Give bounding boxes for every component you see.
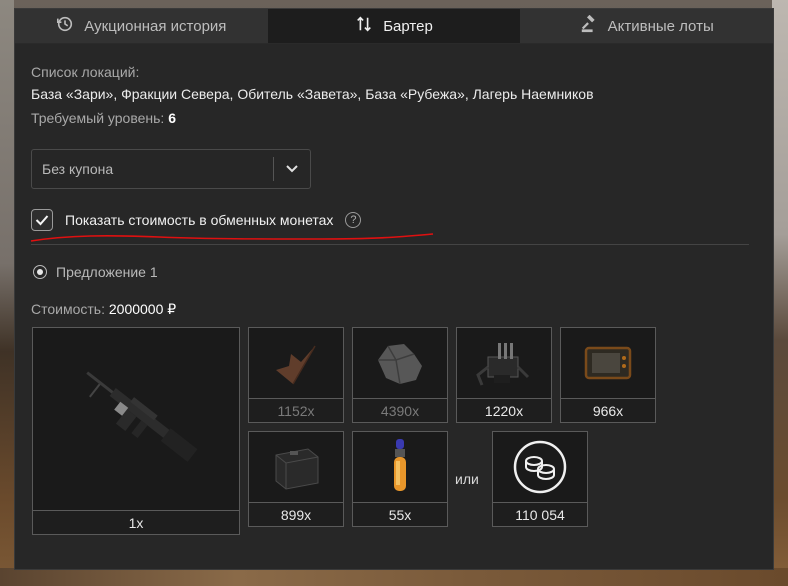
locations-value: База «Зари», Фракции Севера, Обитель «За…: [31, 86, 594, 102]
item-slot[interactable]: 899x: [248, 431, 344, 527]
coins-qty: 110 054: [493, 502, 587, 526]
coupon-select[interactable]: Без купона: [31, 149, 311, 189]
help-icon[interactable]: ?: [345, 212, 362, 228]
offer-option[interactable]: Предложение 1: [33, 264, 158, 280]
rock-material-icon: [353, 328, 447, 398]
offer-label: Предложение 1: [56, 264, 158, 280]
chevron-down-icon[interactable]: [274, 150, 310, 188]
radio-selected-dot: [37, 269, 43, 275]
exchange-coins-label[interactable]: Показать стоимость в обменных монетах: [65, 212, 333, 228]
coupon-select-value: Без купона: [42, 161, 114, 177]
item-qty: 1220x: [457, 398, 551, 422]
item-slot[interactable]: 1152x: [248, 327, 344, 423]
item-slot[interactable]: 966x: [560, 327, 656, 423]
tab-barter[interactable]: Бартер: [267, 9, 521, 44]
battery-icon: [249, 432, 343, 502]
exchange-coins-option: Показать стоимость в обменных монетах ?: [31, 209, 757, 231]
cost-label: Стоимость:: [31, 301, 105, 317]
feather-material-icon: [249, 328, 343, 398]
exchange-coins-slot[interactable]: 110 054: [492, 431, 588, 527]
level-value: 6: [168, 110, 177, 126]
locations-label: Список локаций:: [31, 64, 140, 80]
tab-barter-label: Бартер: [383, 17, 433, 35]
exchange-coins-checkbox[interactable]: [31, 209, 53, 231]
background-bottom: [0, 568, 788, 586]
main-item-slot[interactable]: 1x: [32, 327, 240, 535]
item-qty: 4390x: [353, 398, 447, 422]
injector-icon: [353, 432, 447, 502]
item-slot[interactable]: 55x: [352, 431, 448, 527]
background-left: [0, 0, 14, 586]
check-icon: [35, 215, 49, 226]
background-right: [772, 0, 788, 586]
gavel-icon: [580, 14, 598, 37]
item-slot[interactable]: 4390x: [352, 327, 448, 423]
or-separator: или: [455, 471, 479, 487]
item-slot[interactable]: 1220x: [456, 327, 552, 423]
level-label: Требуемый уровень:: [31, 110, 165, 126]
tab-bar: Аукционная история Бартер Активные лоты: [15, 9, 774, 44]
required-level: Требуемый уровень: 6: [31, 110, 757, 126]
cost: Стоимость: 2000000 ₽: [31, 301, 176, 318]
item-qty: 1152x: [249, 398, 343, 422]
item-qty: 899x: [249, 502, 343, 526]
tab-auction-history[interactable]: Аукционная история: [15, 9, 268, 44]
barter-panel: Аукционная история Бартер Активные лоты …: [14, 8, 774, 570]
swap-icon: [355, 15, 373, 37]
device-icon: [457, 328, 551, 398]
cost-value: 2000000 ₽: [108, 301, 177, 317]
tab-auction-history-label: Аукционная история: [84, 17, 227, 35]
item-qty: 966x: [561, 398, 655, 422]
machine-gun-icon: [33, 328, 239, 510]
tab-active-lots-label: Активные лоты: [607, 17, 714, 35]
tablet-icon: [561, 328, 655, 398]
offer-radio[interactable]: [33, 265, 47, 279]
item-qty: 55x: [353, 502, 447, 526]
coins-icon: [493, 432, 587, 502]
tab-active-lots[interactable]: Активные лоты: [520, 9, 774, 44]
history-icon: [56, 15, 74, 37]
section-divider: [31, 244, 749, 245]
main-item-qty: 1x: [33, 510, 239, 534]
